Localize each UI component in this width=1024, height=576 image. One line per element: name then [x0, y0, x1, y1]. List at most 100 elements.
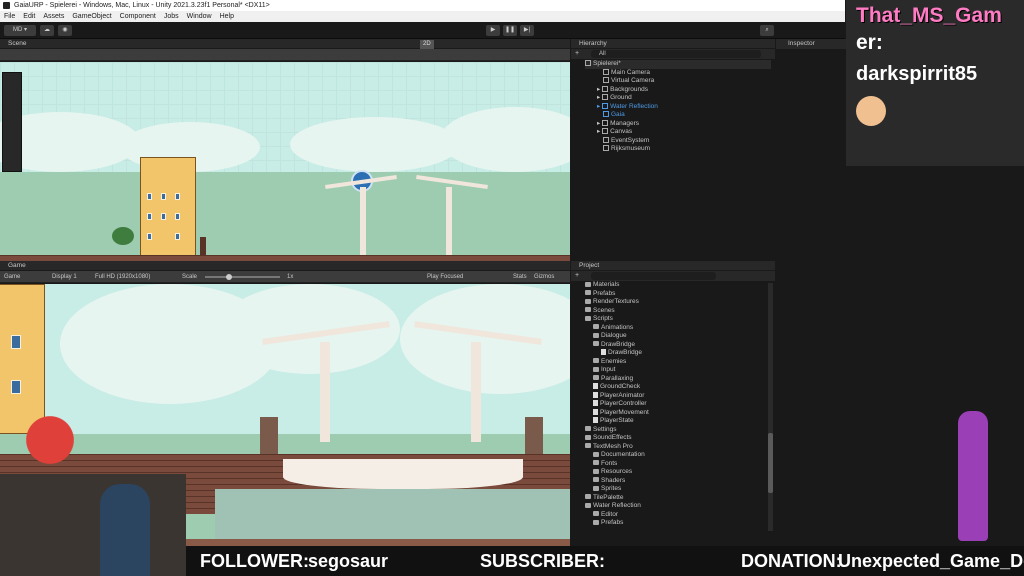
script-icon	[593, 383, 598, 390]
project-item-label: Fonts	[601, 459, 618, 467]
collab-icon[interactable]: ◉	[58, 25, 72, 36]
tool-palette[interactable]	[2, 72, 22, 172]
project-script[interactable]: PlayerAnimator	[593, 392, 644, 401]
project-script[interactable]: PlayerController	[593, 400, 647, 409]
menu-file[interactable]: File	[4, 13, 15, 20]
project-folder[interactable]: TextMesh Pro	[585, 443, 633, 452]
menu-jobs[interactable]: Jobs	[164, 13, 179, 20]
menu-help[interactable]: Help	[220, 13, 234, 20]
hierarchy-item-rijksmuseum[interactable]: Rijksmuseum	[603, 145, 650, 154]
search-icon[interactable]: ⌕	[760, 25, 774, 36]
game-view-select[interactable]: Game	[4, 271, 20, 283]
scrollbar-thumb[interactable]	[768, 433, 773, 493]
play-focused-select[interactable]: Play Focused	[427, 271, 463, 283]
follower-label: FOLLOWER:	[200, 551, 309, 571]
menu-assets[interactable]: Assets	[43, 13, 64, 20]
project-folder[interactable]: Scripts	[585, 315, 613, 324]
scale-slider[interactable]	[205, 276, 280, 278]
project-folder[interactable]: Settings	[585, 426, 617, 435]
hierarchy-item-backgrounds[interactable]: ▸ Backgrounds	[597, 86, 648, 95]
hierarchy-item-gaia[interactable]: Gaia	[603, 111, 625, 120]
menu-gameobject[interactable]: GameObject	[72, 13, 111, 20]
donation-value: Unexpected_Game_De	[838, 551, 1024, 571]
project-folder[interactable]: Documentation	[593, 451, 645, 460]
project-folder[interactable]: Parallaxing	[593, 375, 633, 384]
project-folder[interactable]: Prefabs	[585, 290, 615, 299]
hierarchy-scene-root[interactable]: Spielerei*	[585, 60, 771, 69]
project-script[interactable]: GroundCheck	[593, 383, 640, 392]
project-folder[interactable]: Water Reflection	[585, 502, 641, 511]
project-folder[interactable]: TilePalette	[585, 494, 623, 503]
2d-toggle[interactable]: 2D	[420, 40, 434, 49]
folder-icon	[593, 451, 599, 457]
project-folder[interactable]: RenderTextures	[585, 298, 639, 307]
gizmos-button[interactable]: Gizmos	[534, 271, 554, 283]
project-folder[interactable]: Editor	[593, 511, 618, 520]
menu-bar: File Edit Assets GameObject Component Jo…	[0, 11, 845, 22]
project-script[interactable]: DrawBridge	[601, 349, 642, 358]
scene-tab[interactable]: Scene	[0, 39, 570, 49]
project-item-label: Water Reflection	[593, 502, 641, 509]
play-button[interactable]: ▶	[486, 25, 500, 36]
project-item-label: Animations	[601, 323, 634, 331]
add-icon[interactable]: +	[575, 50, 579, 57]
scene-name: Spielerei*	[593, 60, 621, 67]
hierarchy-item-managers[interactable]: ▸ Managers	[597, 120, 639, 129]
hierarchy-item-label: Canvas	[610, 128, 633, 135]
menu-edit[interactable]: Edit	[23, 13, 35, 20]
project-folder[interactable]: Shaders	[593, 477, 625, 486]
resolution-select[interactable]: Full HD (1920x1080)	[95, 271, 150, 283]
account-button[interactable]: MD ▾	[4, 25, 36, 36]
project-folder[interactable]: Input	[593, 366, 615, 375]
hierarchy-item-label: Rijksmuseum	[611, 145, 651, 152]
project-folder[interactable]: Sprites	[593, 485, 621, 494]
stats-button[interactable]: Stats	[513, 271, 527, 283]
project-tab[interactable]: Project	[571, 261, 775, 271]
project-folder[interactable]: SoundEffects	[585, 434, 632, 443]
scene-tab-label: Scene	[8, 40, 27, 47]
hierarchy-item-canvas[interactable]: ▸ Canvas	[597, 128, 632, 137]
hierarchy-item-main-camera[interactable]: Main Camera	[603, 69, 650, 78]
project-folder[interactable]: Dialogue	[593, 332, 627, 341]
pause-button[interactable]: ❚❚	[503, 25, 517, 36]
prefab-icon	[603, 111, 609, 118]
gameobject-icon	[602, 119, 609, 126]
emote-icon	[856, 96, 886, 126]
project-folder[interactable]: Fonts	[593, 460, 617, 469]
project-folder[interactable]: DrawBridge	[593, 341, 635, 350]
folder-icon	[585, 315, 591, 321]
script-icon	[593, 400, 598, 407]
hierarchy-item-eventsystem[interactable]: EventSystem	[603, 137, 649, 146]
hierarchy-item-ground[interactable]: ▸ Ground	[597, 94, 632, 103]
project-folder[interactable]: Materials	[585, 281, 619, 290]
hierarchy-item-label: Ground	[610, 94, 632, 101]
folder-icon	[585, 426, 591, 432]
project-script[interactable]: PlayerMovement	[593, 409, 649, 418]
project-item-label: DrawBridge	[608, 349, 642, 356]
project-folder[interactable]: Resources	[593, 468, 632, 477]
project-folder[interactable]: Scenes	[585, 307, 615, 316]
project-folder[interactable]: Prefabs	[593, 519, 623, 528]
menu-component[interactable]: Component	[120, 13, 156, 20]
project-folder[interactable]: Animations	[593, 324, 633, 333]
game-tab[interactable]: Game	[0, 261, 570, 271]
project-scrollbar[interactable]	[768, 283, 773, 531]
hierarchy-search-input[interactable]: All	[591, 50, 761, 58]
scale-slider-handle[interactable]	[226, 274, 232, 280]
project-folder[interactable]: Enemies	[593, 358, 626, 367]
project-item-label: Resources	[601, 468, 633, 475]
hierarchy-tab[interactable]: Hierarchy	[571, 39, 775, 49]
inspector-tab[interactable]: Inspector	[776, 39, 846, 49]
project-script[interactable]: PlayerState	[593, 417, 634, 426]
add-icon[interactable]: +	[575, 272, 579, 279]
scene-view[interactable]	[0, 62, 570, 261]
menu-window[interactable]: Window	[187, 13, 212, 20]
hierarchy-item-virtual-camera[interactable]: Virtual Camera	[603, 77, 654, 86]
step-button[interactable]: ▶|	[520, 25, 534, 36]
bridge-pillar	[471, 342, 481, 442]
hierarchy-item-water-reflection[interactable]: ▸ Water Reflection	[597, 103, 658, 112]
display-select[interactable]: Display 1	[52, 271, 77, 283]
cloud-icon[interactable]: ☁	[40, 25, 54, 36]
project-item-label: DrawBridge	[601, 340, 635, 348]
project-item-label: Scenes	[593, 306, 615, 314]
